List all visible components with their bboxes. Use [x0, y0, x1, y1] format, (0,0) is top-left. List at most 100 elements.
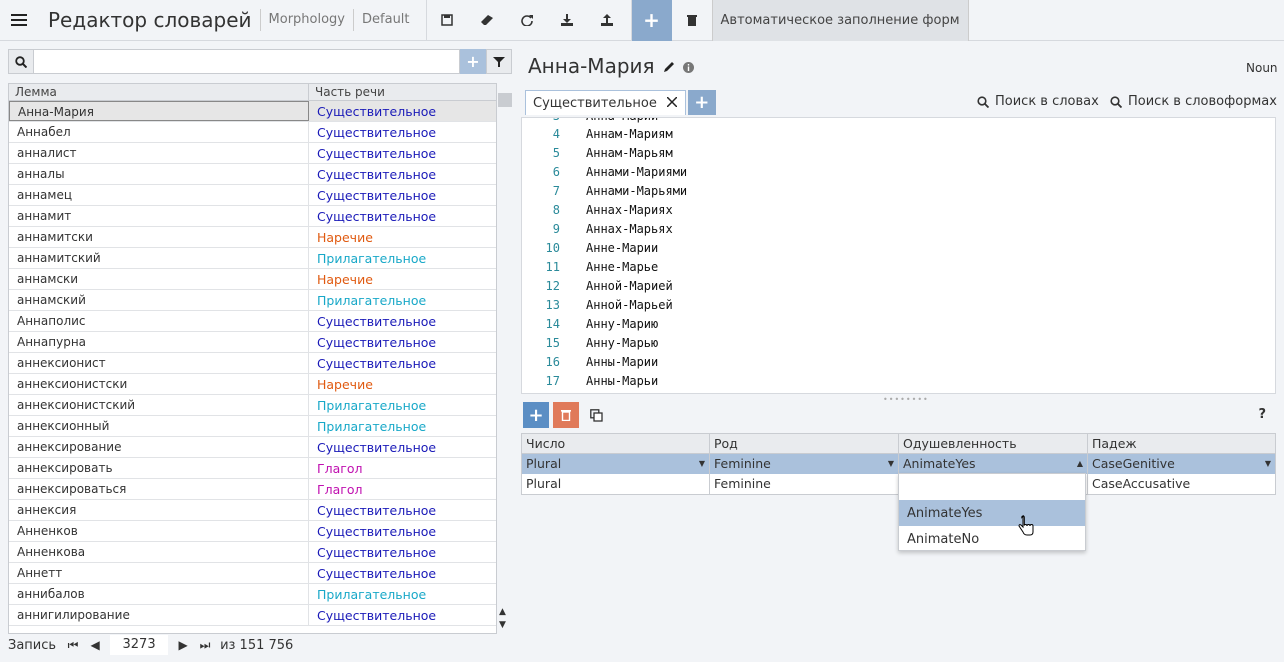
- number-select[interactable]: Plural ▼: [522, 454, 710, 474]
- pos-cell[interactable]: Существительное: [309, 332, 444, 352]
- pos-cell[interactable]: Наречие: [309, 269, 381, 289]
- save-icon[interactable]: [427, 0, 467, 41]
- upload-icon[interactable]: [587, 0, 627, 41]
- delete-row-button[interactable]: [553, 402, 579, 428]
- tab-noun[interactable]: Существительное: [525, 90, 686, 115]
- lemma-cell[interactable]: аннамитский: [9, 248, 309, 268]
- lemma-row[interactable]: Аннапурна Существительное: [9, 332, 496, 353]
- form-line[interactable]: 16 Анны-Марии: [522, 352, 659, 371]
- default-link[interactable]: Default: [354, 9, 418, 31]
- word-forms-editor[interactable]: 3Анна-Марии4Аннам-Мариям5Аннам-Марьям6Ан…: [521, 117, 1276, 394]
- morphology-link[interactable]: Morphology: [261, 9, 355, 31]
- form-text[interactable]: Анну-Марию: [586, 317, 658, 331]
- col-lemma[interactable]: Лемма: [9, 84, 309, 100]
- number-cell[interactable]: Plural: [522, 474, 710, 494]
- form-line[interactable]: 6 Аннами-Мариями: [522, 162, 687, 181]
- pos-cell[interactable]: Существительное: [309, 563, 444, 583]
- lemma-row[interactable]: аннексирование Существительное: [9, 437, 496, 458]
- next-page-icon[interactable]: ▶: [172, 638, 194, 652]
- scrollbar-thumb[interactable]: [498, 93, 512, 107]
- lemma-row[interactable]: Анненков Существительное: [9, 521, 496, 542]
- search-input[interactable]: [34, 49, 460, 74]
- last-page-icon[interactable]: ⏭: [194, 638, 216, 653]
- form-line[interactable]: 13 Анной-Марьей: [522, 295, 673, 314]
- form-line[interactable]: 11 Анне-Марье: [522, 257, 659, 276]
- pos-cell[interactable]: Существительное: [309, 605, 444, 625]
- pos-cell[interactable]: Существительное: [309, 542, 444, 562]
- form-text[interactable]: Аннах-Мариях: [586, 203, 673, 217]
- pos-cell[interactable]: Прилагательное: [309, 584, 434, 604]
- form-line[interactable]: 10 Анне-Марии: [522, 238, 659, 257]
- lemma-cell[interactable]: Аннаполис: [9, 311, 309, 331]
- form-line[interactable]: 12 Анной-Марией: [522, 276, 673, 295]
- lemma-cell[interactable]: аннексионный: [9, 416, 309, 436]
- gender-select[interactable]: Feminine ▼: [710, 454, 899, 474]
- search-forms-link[interactable]: Поиск в словоформах: [1110, 94, 1277, 109]
- animacy-select[interactable]: AnimateYes ▲: [899, 454, 1088, 474]
- col-pos[interactable]: Часть речи: [309, 84, 391, 100]
- lemma-row[interactable]: аннамски Наречие: [9, 269, 496, 290]
- lemma-row[interactable]: аннигилирование Существительное: [9, 605, 496, 626]
- pos-cell[interactable]: Прилагательное: [309, 290, 434, 310]
- form-line[interactable]: 15 Анну-Марью: [522, 333, 659, 352]
- form-line[interactable]: 9 Аннах-Марьях: [522, 219, 673, 238]
- lemma-row[interactable]: аннексироваться Глагол: [9, 479, 496, 500]
- pos-cell[interactable]: Существительное: [309, 437, 444, 457]
- lemma-cell[interactable]: аннибалов: [9, 584, 309, 604]
- lemma-row[interactable]: аннибалов Прилагательное: [9, 584, 496, 605]
- close-icon[interactable]: [666, 95, 678, 111]
- pos-cell[interactable]: Существительное: [309, 164, 444, 184]
- add-row-button[interactable]: +: [523, 402, 549, 428]
- pos-cell[interactable]: Существительное: [309, 311, 444, 331]
- dropdown-option-empty[interactable]: [899, 474, 1085, 500]
- search-add-button[interactable]: +: [460, 49, 486, 74]
- autofill-forms-button[interactable]: Автоматическое заполнение форм: [711, 0, 969, 41]
- lemma-cell[interactable]: анналы: [9, 164, 309, 184]
- form-text[interactable]: Анну-Марью: [586, 336, 658, 350]
- lemma-cell[interactable]: Анненкова: [9, 542, 309, 562]
- lemma-cell[interactable]: аннамит: [9, 206, 309, 226]
- lemma-cell[interactable]: Аннабел: [9, 122, 309, 142]
- pos-cell[interactable]: Глагол: [309, 458, 370, 478]
- lemma-row[interactable]: анналы Существительное: [9, 164, 496, 185]
- lemma-cell[interactable]: аннексироваться: [9, 479, 309, 499]
- prev-page-icon[interactable]: ◀: [84, 638, 106, 652]
- search-icon[interactable]: [8, 49, 34, 74]
- lemma-cell[interactable]: аннексирование: [9, 437, 309, 457]
- form-text[interactable]: Анны-Марьи: [586, 374, 658, 388]
- col-gender[interactable]: Род: [710, 434, 899, 453]
- lemma-row[interactable]: Аннаполис Существительное: [9, 311, 496, 332]
- lemma-row[interactable]: аннексия Существительное: [9, 500, 496, 521]
- form-text[interactable]: Аннах-Марьях: [586, 222, 673, 236]
- pos-cell[interactable]: Существительное: [309, 101, 444, 121]
- form-text[interactable]: Анной-Марией: [586, 279, 673, 293]
- pos-cell[interactable]: Глагол: [309, 479, 370, 499]
- form-line[interactable]: 14 Анну-Марию: [522, 314, 659, 333]
- form-line[interactable]: 4 Аннам-Мариям: [522, 124, 673, 143]
- lemma-cell[interactable]: анналист: [9, 143, 309, 163]
- lemma-cell[interactable]: Анна-Мария: [9, 101, 309, 121]
- copy-icon[interactable]: [583, 402, 609, 428]
- filter-icon[interactable]: [486, 49, 512, 74]
- lemma-row[interactable]: Анненкова Существительное: [9, 542, 496, 563]
- info-icon[interactable]: [682, 54, 694, 78]
- lemma-cell[interactable]: аннексионистский: [9, 395, 309, 415]
- col-case[interactable]: Падеж: [1088, 434, 1275, 453]
- pos-cell[interactable]: Существительное: [309, 206, 444, 226]
- lemma-row[interactable]: анналист Существительное: [9, 143, 496, 164]
- lemma-row[interactable]: Аннабел Существительное: [9, 122, 496, 143]
- lemma-row[interactable]: аннамский Прилагательное: [9, 290, 496, 311]
- form-line[interactable]: 5 Аннам-Марьям: [522, 143, 673, 162]
- lemma-row[interactable]: Аннетт Существительное: [9, 563, 496, 584]
- dropdown-option-animate-no[interactable]: AnimateNo: [899, 526, 1085, 552]
- pos-cell[interactable]: Прилагательное: [309, 248, 434, 268]
- case-select[interactable]: CaseGenitive ▼: [1088, 454, 1275, 474]
- form-text[interactable]: Аннам-Марьям: [586, 146, 673, 160]
- eraser-icon[interactable]: [467, 0, 507, 41]
- form-text[interactable]: Анной-Марьей: [586, 298, 673, 312]
- page-number-input[interactable]: 3273: [110, 635, 169, 655]
- form-text[interactable]: Анны-Марии: [586, 355, 658, 369]
- first-page-icon[interactable]: ⏮: [62, 638, 84, 653]
- search-words-link[interactable]: Поиск в словах: [977, 94, 1099, 109]
- lemma-cell[interactable]: Анненков: [9, 521, 309, 541]
